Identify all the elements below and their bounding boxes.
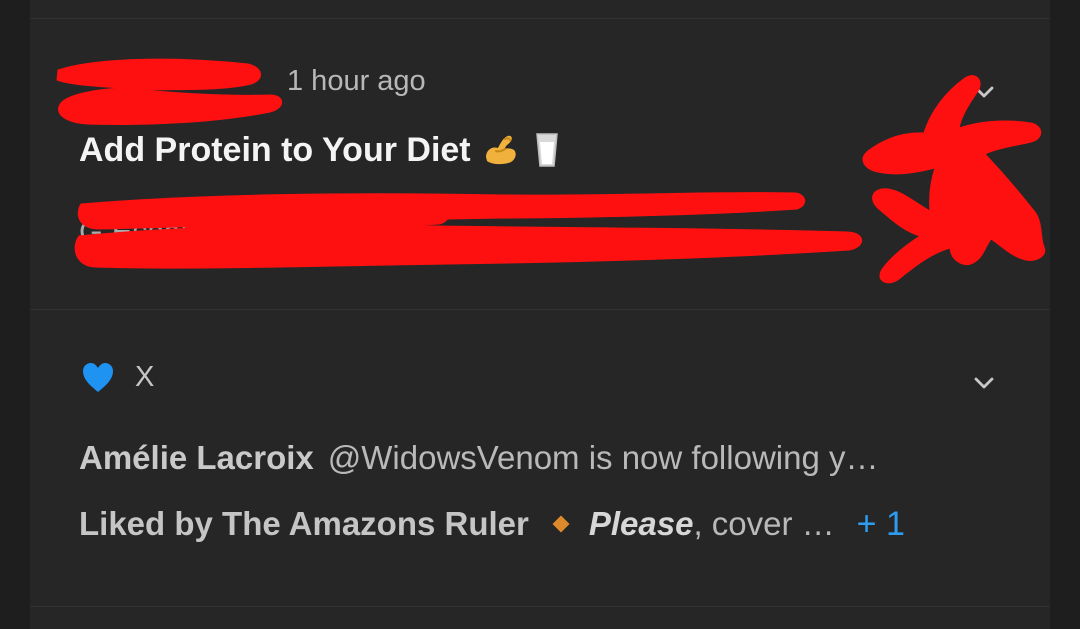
notification-card-x[interactable]: X Amélie Lacroix @WidowsVenom is now fol…	[30, 312, 1050, 606]
notification-card-protein[interactable]: 1 hour ago Add Protein to Your Diet G Es…	[30, 18, 1050, 308]
app-name: X	[135, 361, 155, 393]
notification-title-emojis	[481, 130, 567, 170]
x-notification-line-2: Liked by The Amazons Ruler Please , cove…	[79, 501, 1009, 547]
x-notification-line-1: Amélie Lacroix @WidowsVenom is now follo…	[79, 435, 999, 481]
blue-heart-icon	[79, 360, 117, 394]
quoted-emphasis: Please	[588, 505, 694, 542]
notification-title-row: Add Protein to Your Diet	[79, 128, 567, 172]
notification-screen: 1 hour ago Add Protein to Your Diet G Es…	[0, 0, 1080, 629]
middle-divider	[30, 309, 1050, 310]
redacted-sender	[79, 65, 279, 97]
liked-by-text: Liked by The Amazons Ruler	[79, 505, 529, 542]
notification-panel: 1 hour ago Add Protein to Your Diet G Es…	[30, 0, 1050, 629]
follow-text: @WidowsVenom is now following y…	[327, 439, 879, 476]
notification-title: Add Protein to Your Diet	[79, 131, 471, 169]
expand-chevron-icon[interactable]	[967, 75, 1001, 109]
expand-chevron-icon[interactable]	[967, 366, 1001, 400]
notification-time: 1 hour ago	[287, 65, 426, 97]
notification-preview: G Essential D t 4	[79, 214, 312, 249]
bottom-divider	[30, 606, 1050, 607]
notification-meta: 1 hour ago	[79, 61, 426, 101]
additional-count[interactable]: + 1	[857, 504, 905, 544]
x-notification-header: X	[79, 357, 154, 397]
reply-preview-text: , cover …	[693, 505, 835, 542]
glass-of-milk-icon	[527, 130, 567, 170]
follower-name: Amélie Lacroix	[79, 439, 314, 476]
orange-diamond-icon	[552, 515, 570, 533]
flexed-biceps-icon	[481, 130, 521, 170]
